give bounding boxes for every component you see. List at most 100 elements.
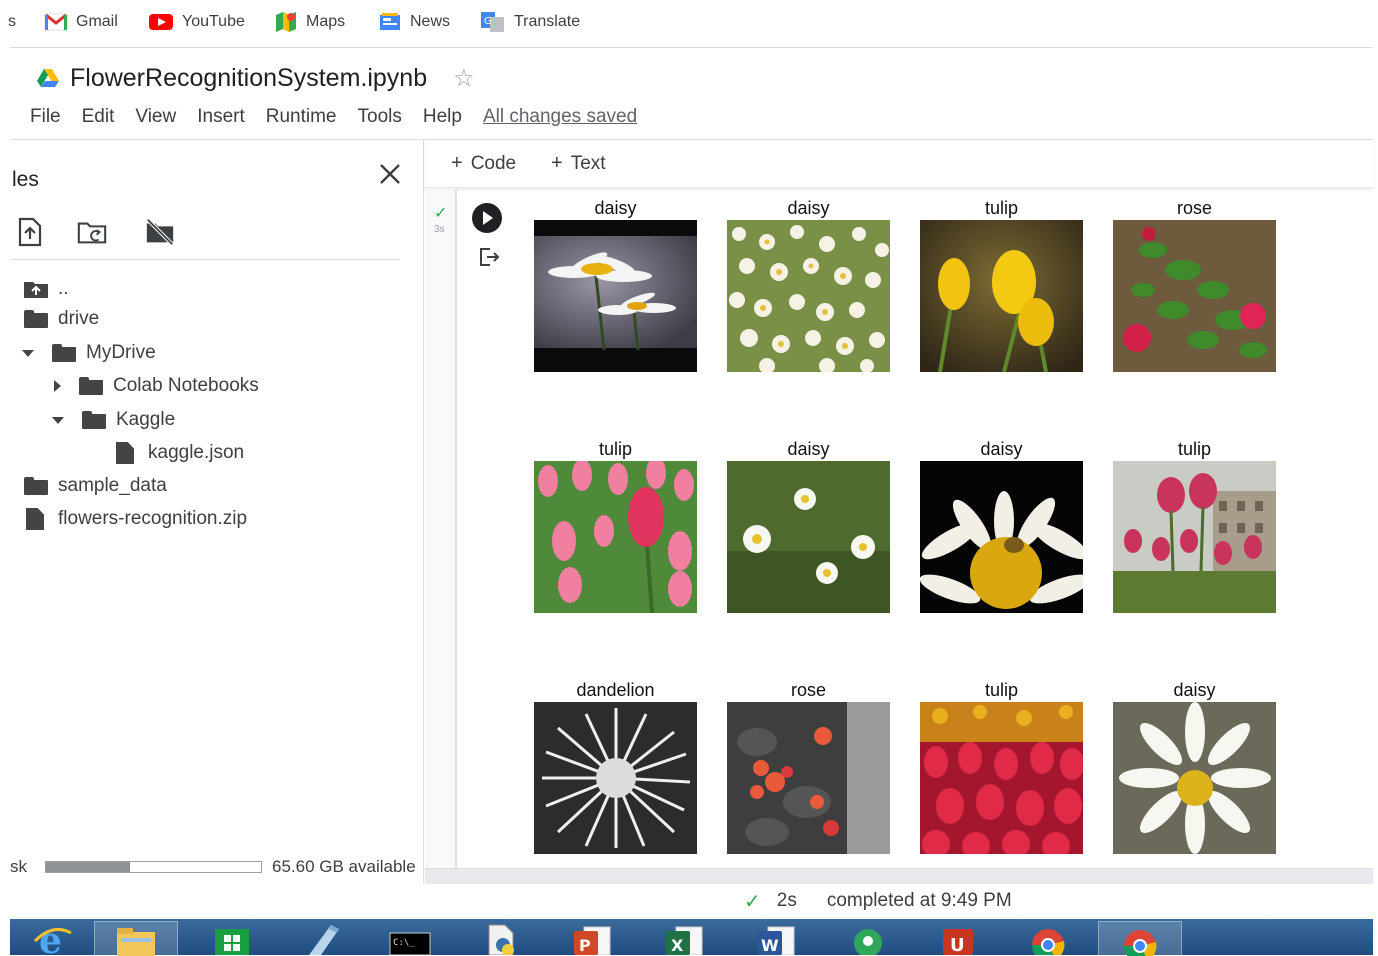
notebook-title[interactable]: FlowerRecognitionSystem.ipynb [70, 64, 427, 93]
chrome-active-icon [1123, 929, 1157, 956]
horizontal-scrollbar[interactable] [425, 868, 1373, 884]
cell-toolbar: + Code + Text [425, 140, 1373, 188]
taskbar-app[interactable] [458, 921, 542, 955]
google-drive-icon [37, 69, 59, 87]
flower-image [534, 220, 697, 372]
taskbar-app[interactable]: W [734, 921, 818, 955]
tree-item-colab-notebooks[interactable]: Colab Notebooks [50, 373, 259, 399]
file-icon [116, 442, 134, 464]
close-icon[interactable] [376, 160, 404, 188]
plus-icon: + [451, 152, 463, 174]
tree-item-flowers-zip[interactable]: flowers-recognition.zip [26, 506, 247, 532]
check-icon: ✓ [434, 205, 448, 222]
bookmarks-divider [10, 47, 1373, 48]
unmount-drive-icon[interactable] [144, 216, 176, 248]
disk-usage-fill [46, 862, 130, 872]
bookmark-translate[interactable]: G Translate [480, 11, 580, 33]
caret-down-icon[interactable] [52, 416, 64, 424]
tree-item-sample-data[interactable]: sample_data [24, 473, 167, 499]
file-icon [26, 508, 44, 530]
menu-tools[interactable]: Tools [358, 106, 402, 128]
command-prompt-icon: C:\_ [389, 932, 431, 955]
file-explorer-icon [117, 927, 155, 956]
menu-runtime[interactable]: Runtime [266, 106, 337, 128]
taskbar-app[interactable] [826, 921, 910, 955]
folder-icon [24, 310, 48, 328]
flower-label: daisy [980, 439, 1023, 459]
tree-item-mydrive[interactable]: MyDrive [22, 340, 156, 366]
flower-image [727, 461, 890, 613]
bookmark-news[interactable]: News [378, 11, 450, 33]
upload-file-icon[interactable] [14, 216, 46, 248]
store-icon [215, 929, 249, 955]
flower-image [1113, 220, 1276, 372]
folder-icon [24, 477, 48, 495]
flower-image [920, 461, 1083, 613]
add-code-button[interactable]: + Code [451, 152, 516, 175]
flower-label: tulip [598, 439, 633, 459]
flower-label: rose [790, 680, 826, 700]
flower-image [534, 461, 697, 613]
tree-item-drive[interactable]: drive [24, 306, 99, 332]
jupyter-icon: U [943, 929, 973, 955]
caret-right-icon[interactable] [54, 380, 61, 392]
bookmark-youtube[interactable]: YouTube [148, 11, 245, 33]
taskbar-app[interactable] [190, 921, 274, 955]
menu-insert[interactable]: Insert [197, 106, 245, 128]
folder-icon [79, 377, 103, 395]
taskbar-app[interactable]: e [10, 921, 94, 955]
bookmark-cutoff[interactable]: s [8, 11, 16, 33]
flower-image [1113, 461, 1276, 613]
menu-file[interactable]: File [30, 106, 61, 128]
flower-label: tulip [984, 198, 1019, 218]
maps-icon [276, 12, 296, 32]
svg-text:W: W [761, 936, 779, 955]
flower-label: rose [1176, 198, 1212, 218]
flower-label: daisy [787, 198, 830, 218]
taskbar-app[interactable] [280, 921, 364, 955]
internet-explorer-icon: e [33, 921, 72, 955]
save-status-link[interactable]: All changes saved [483, 106, 637, 128]
flower-label: daisy [787, 439, 830, 459]
tree-item-kaggle[interactable]: Kaggle [52, 407, 175, 433]
youtube-icon [149, 14, 173, 30]
python-file-icon [488, 924, 514, 955]
taskbar-app[interactable] [94, 921, 178, 956]
refresh-folder-icon[interactable] [76, 216, 108, 248]
sidebar-title: les [12, 168, 39, 191]
check-icon: ✓ [744, 890, 761, 913]
output-menu-icon[interactable] [478, 246, 500, 268]
disk-available-text: 65.60 GB available [272, 857, 416, 876]
chrome-icon [1031, 929, 1065, 955]
caret-down-icon[interactable] [22, 349, 34, 357]
taskbar-app[interactable] [1006, 921, 1090, 955]
flower-image [1113, 702, 1276, 854]
news-icon [380, 13, 400, 30]
menu-view[interactable]: View [135, 106, 176, 128]
run-cell-button[interactable] [472, 203, 502, 233]
taskbar-app[interactable] [1098, 921, 1182, 956]
taskbar-app[interactable]: P [550, 921, 634, 955]
disk-usage-bar [45, 861, 262, 873]
bookmark-gmail[interactable]: Gmail [44, 11, 118, 33]
bookmark-maps[interactable]: Maps [274, 11, 345, 33]
execution-status: ✓ 2s completed at 9:49 PM [744, 888, 1012, 914]
flower-label: daisy [1173, 680, 1216, 700]
taskbar-app[interactable]: X [642, 921, 726, 955]
flower-label: dandelion [576, 680, 655, 700]
taskbar-app[interactable]: C:\_ [368, 921, 452, 955]
sidebar-divider [10, 259, 400, 260]
cell-exec-time: 3s [434, 224, 445, 235]
taskbar-app[interactable]: U [916, 921, 1000, 955]
plus-icon: + [551, 152, 563, 174]
word-icon: W [758, 926, 795, 955]
excel-icon: X [666, 926, 703, 955]
menu-help[interactable]: Help [423, 106, 462, 128]
add-text-button[interactable]: + Text [551, 152, 606, 175]
tree-item-parent[interactable]: .. [24, 276, 69, 302]
flower-image [920, 702, 1083, 854]
menu-edit[interactable]: Edit [82, 106, 115, 128]
tree-item-kaggle-json[interactable]: kaggle.json [116, 440, 244, 466]
flower-image [727, 702, 890, 854]
star-icon[interactable]: ☆ [453, 64, 475, 93]
